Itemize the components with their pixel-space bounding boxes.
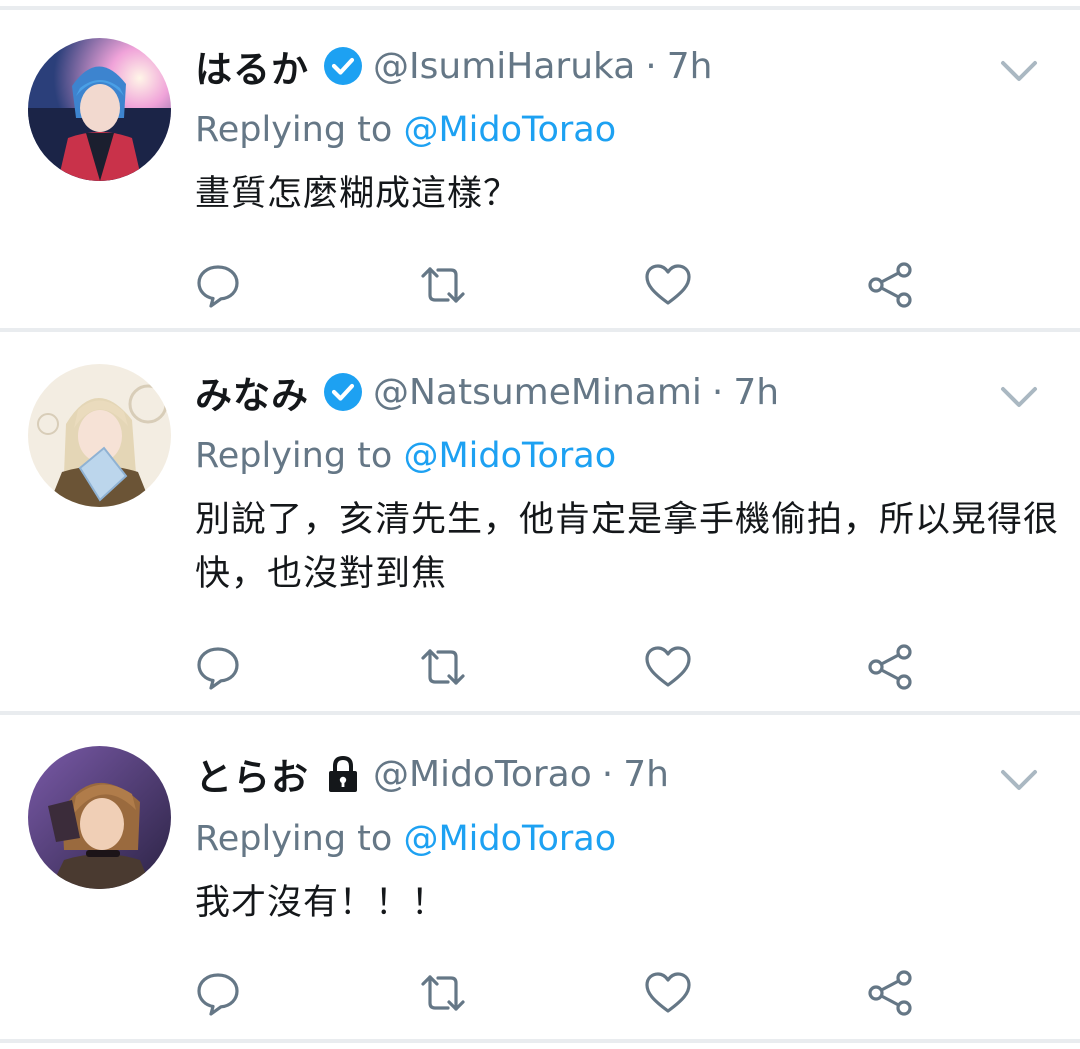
top-divider (0, 6, 1080, 10)
replying-to-line: Replying to @MidoTorao (195, 436, 616, 476)
reply-icon[interactable] (193, 642, 243, 692)
avatar[interactable] (28, 746, 171, 889)
separator-dot: · (711, 371, 724, 413)
tweet-actions (0, 968, 1080, 1018)
replying-prefix: Replying to (195, 110, 404, 150)
share-icon[interactable] (866, 642, 916, 692)
replying-to-line: Replying to @MidoTorao (195, 110, 616, 150)
separator-dot: · (601, 753, 614, 795)
user-handle[interactable]: @IsumiHaruka (373, 46, 635, 87)
like-icon[interactable] (643, 968, 693, 1018)
separator-dot: · (645, 45, 657, 87)
bottom-divider (0, 1039, 1080, 1043)
tweet-actions (0, 260, 1080, 310)
tweet-header: とらお @MidoTorao · 7h (195, 746, 669, 802)
tweet-header: みなみ @NatsumeMinami · 7h (195, 364, 779, 420)
retweet-icon[interactable] (418, 260, 468, 310)
display-name[interactable]: みなみ (195, 365, 309, 419)
retweet-icon[interactable] (418, 968, 468, 1018)
tweet-divider (0, 328, 1080, 332)
replying-prefix: Replying to (195, 436, 404, 476)
reply-icon[interactable] (193, 260, 243, 310)
tweet-actions (0, 642, 1080, 692)
like-icon[interactable] (643, 260, 693, 310)
chevron-down-icon[interactable] (1000, 58, 1038, 84)
user-handle[interactable]: @NatsumeMinami (373, 372, 702, 413)
verified-icon (323, 46, 363, 86)
chevron-down-icon[interactable] (1000, 384, 1038, 410)
retweet-icon[interactable] (418, 642, 468, 692)
chevron-down-icon[interactable] (1000, 767, 1038, 793)
like-icon[interactable] (643, 642, 693, 692)
reply-mention-link[interactable]: @MidoTorao (403, 436, 616, 476)
reply-icon[interactable] (193, 968, 243, 1018)
display-name[interactable]: はるか (195, 39, 309, 93)
timestamp[interactable]: 7h (623, 754, 669, 795)
avatar-minami-image (28, 364, 171, 507)
share-icon[interactable] (866, 968, 916, 1018)
tweet-divider (0, 711, 1080, 715)
lock-icon (323, 754, 363, 794)
avatar[interactable] (28, 364, 171, 507)
tweet-text: 別說了，亥清先生，他肯定是拿手機偷拍，所以晃得很快，也沒對到焦 (195, 500, 1060, 594)
replying-prefix: Replying to (195, 819, 404, 859)
reply-mention-link[interactable]: @MidoTorao (403, 819, 616, 859)
replying-to-line: Replying to @MidoTorao (195, 819, 616, 859)
user-handle[interactable]: @MidoTorao (373, 754, 592, 795)
tweet-text: 我才沒有！！！ (195, 883, 448, 923)
tweet-header: はるか @IsumiHaruka · 7h (195, 38, 712, 94)
timestamp[interactable]: 7h (667, 46, 713, 87)
avatar-torao-image (28, 746, 171, 889)
display-name[interactable]: とらお (195, 747, 309, 801)
reply-mention-link[interactable]: @MidoTorao (403, 110, 616, 150)
avatar-haruka-image (28, 38, 171, 181)
share-icon[interactable] (866, 260, 916, 310)
avatar[interactable] (28, 38, 171, 181)
timestamp[interactable]: 7h (733, 372, 779, 413)
verified-icon (323, 372, 363, 412)
tweet-text: 畫質怎麼糊成這樣？ (195, 174, 520, 214)
